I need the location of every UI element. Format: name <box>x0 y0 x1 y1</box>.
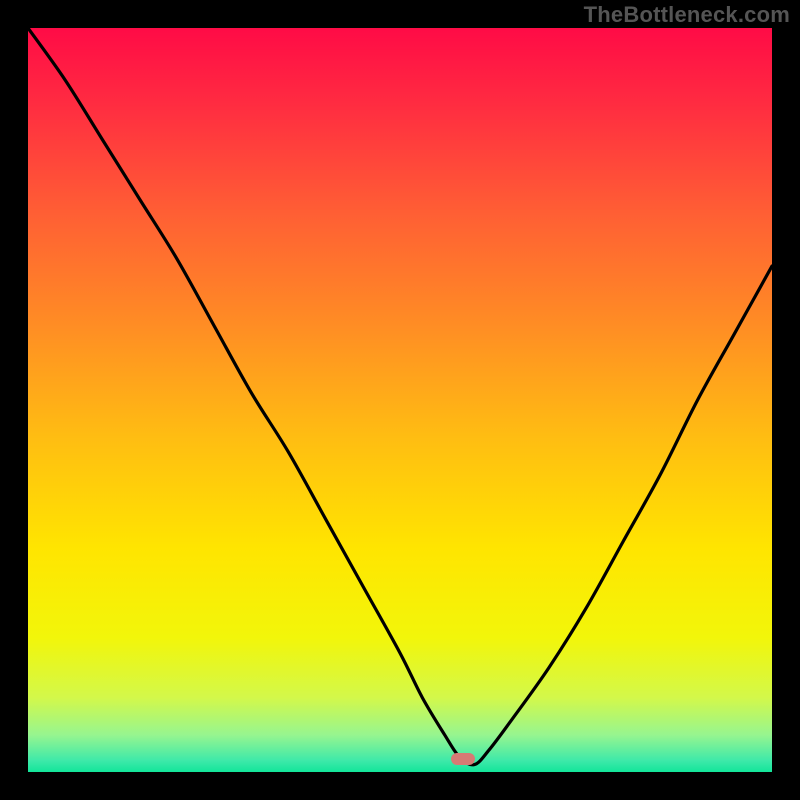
attribution-text: TheBottleneck.com <box>584 2 790 28</box>
chart-frame: TheBottleneck.com <box>0 0 800 800</box>
optimal-point-marker <box>451 753 475 765</box>
bottleneck-curve <box>28 28 772 772</box>
plot-area <box>28 28 772 772</box>
